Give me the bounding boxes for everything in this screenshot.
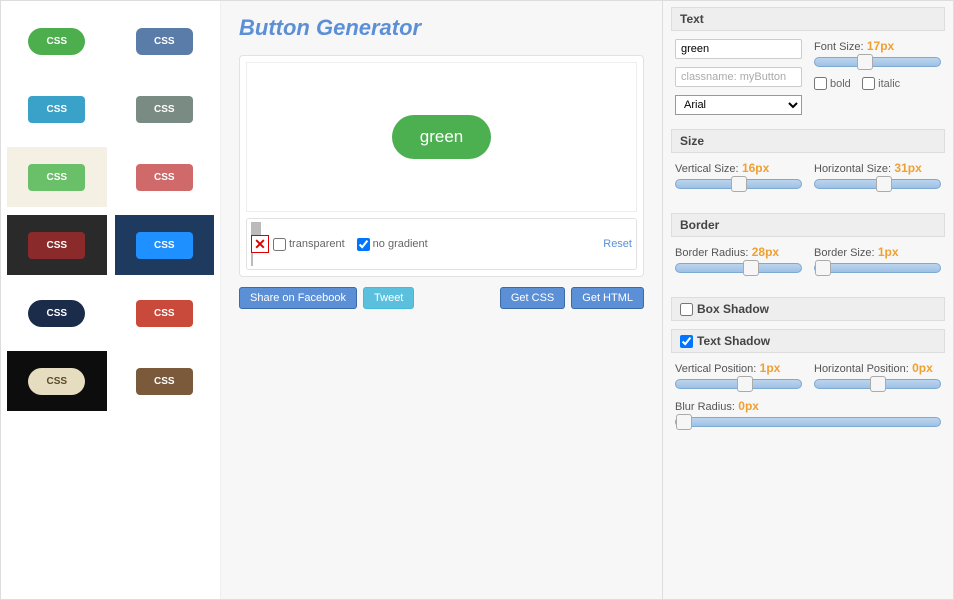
section-box-shadow-header[interactable]: Box Shadow [671,297,945,321]
tweet-button[interactable]: Tweet [363,287,414,309]
preset-sample-button: CSS [136,164,193,191]
preset-sample-button: CSS [28,232,85,259]
preset-tile[interactable]: CSS [7,215,107,275]
app-root: CSS CSS CSS CSS CSS CSS CSS CSS CSS CSS CSS CSS But… [0,0,954,600]
color-swatch[interactable] [259,222,261,236]
preview-button[interactable]: green [392,115,491,159]
horizontal-size-value: 31px [894,161,921,175]
transparent-label: transparent [289,238,345,250]
section-text-shadow-header[interactable]: Text Shadow [671,329,945,353]
preset-tile[interactable]: CSS [115,79,215,139]
preset-sample-button: CSS [136,96,193,123]
color-swatch[interactable] [251,252,253,266]
settings-panel: Text Arial Font Size: 17px bold italic [663,1,953,599]
section-border-header: Border [671,213,945,237]
share-facebook-button[interactable]: Share on Facebook [239,287,357,309]
vertical-size-label: Vertical Size: [675,163,739,175]
border-radius-value: 28px [752,245,779,259]
section-size-header: Size [671,129,945,153]
swatch-none-icon[interactable]: ✕ [251,235,269,253]
bold-checkbox[interactable]: bold [814,77,851,90]
border-radius-label: Border Radius: [675,247,748,259]
preset-tile[interactable]: CSS [115,283,215,343]
ts-horizontal-slider[interactable] [814,379,941,389]
preset-sample-button: CSS [136,232,193,259]
get-html-button[interactable]: Get HTML [571,287,644,309]
preset-sample-button: CSS [28,164,85,191]
classname-input[interactable] [675,67,802,87]
ts-horizontal-value: 0px [912,361,933,375]
ts-blur-value: 0px [738,399,759,413]
ts-horizontal-label: Horizontal Position: [814,363,909,375]
swatch-bar: ✕ transparent no gradient Reset [246,218,637,270]
preset-sample-button: CSS [136,300,193,327]
font-size-slider[interactable] [814,57,941,67]
get-css-button[interactable]: Get CSS [500,287,565,309]
ts-vertical-value: 1px [760,361,781,375]
preset-sample-button: CSS [28,300,85,327]
box-shadow-checkbox[interactable] [680,303,693,316]
border-size-slider[interactable] [814,263,941,273]
preset-tile[interactable]: CSS [7,147,107,207]
ts-blur-label: Blur Radius: [675,401,735,413]
preset-sample-button: CSS [136,28,193,55]
preset-sample-button: CSS [28,368,85,395]
preset-sample-button: CSS [28,96,85,123]
ts-blur-slider[interactable] [675,417,941,427]
preset-sample-button: CSS [136,368,193,395]
font-family-select[interactable]: Arial [675,95,802,115]
text-shadow-checkbox[interactable] [680,335,693,348]
preset-tile[interactable]: CSS [115,351,215,411]
border-size-value: 1px [878,245,899,259]
preset-sidebar: CSS CSS CSS CSS CSS CSS CSS CSS CSS CSS CSS CSS [1,1,221,599]
preset-grid: CSS CSS CSS CSS CSS CSS CSS CSS CSS CSS CSS CSS [7,11,214,411]
vertical-size-value: 16px [742,161,769,175]
no-gradient-label: no gradient [373,238,428,250]
horizontal-size-slider[interactable] [814,179,941,189]
section-text-header: Text [671,7,945,31]
vertical-size-slider[interactable] [675,179,802,189]
ts-vertical-slider[interactable] [675,379,802,389]
preset-tile[interactable]: CSS [7,11,107,71]
preset-tile[interactable]: CSS [115,215,215,275]
preset-tile[interactable]: CSS [7,351,107,411]
center-panel: Button Generator green ✕ transparent no … [221,1,663,599]
ts-vertical-label: Vertical Position: [675,363,756,375]
preset-tile[interactable]: CSS [115,11,215,71]
preview-canvas: green [246,62,637,212]
no-gradient-checkbox[interactable]: no gradient [357,238,428,251]
preview-box: green ✕ transparent no gradient Reset [239,55,644,277]
preset-tile[interactable]: CSS [115,147,215,207]
preset-sample-button: CSS [28,28,85,55]
border-size-label: Border Size: [814,247,875,259]
action-row: Share on Facebook Tweet Get CSS Get HTML [239,287,644,309]
reset-link[interactable]: Reset [603,238,632,250]
button-text-input[interactable] [675,39,802,59]
horizontal-size-label: Horizontal Size: [814,163,891,175]
page-title: Button Generator [239,15,644,41]
border-radius-slider[interactable] [675,263,802,273]
preset-tile[interactable]: CSS [7,79,107,139]
preset-tile[interactable]: CSS [7,283,107,343]
italic-checkbox[interactable]: italic [862,77,900,90]
font-size-label: Font Size: [814,41,864,53]
font-size-value: 17px [867,39,894,53]
transparent-checkbox[interactable]: transparent [273,238,345,251]
